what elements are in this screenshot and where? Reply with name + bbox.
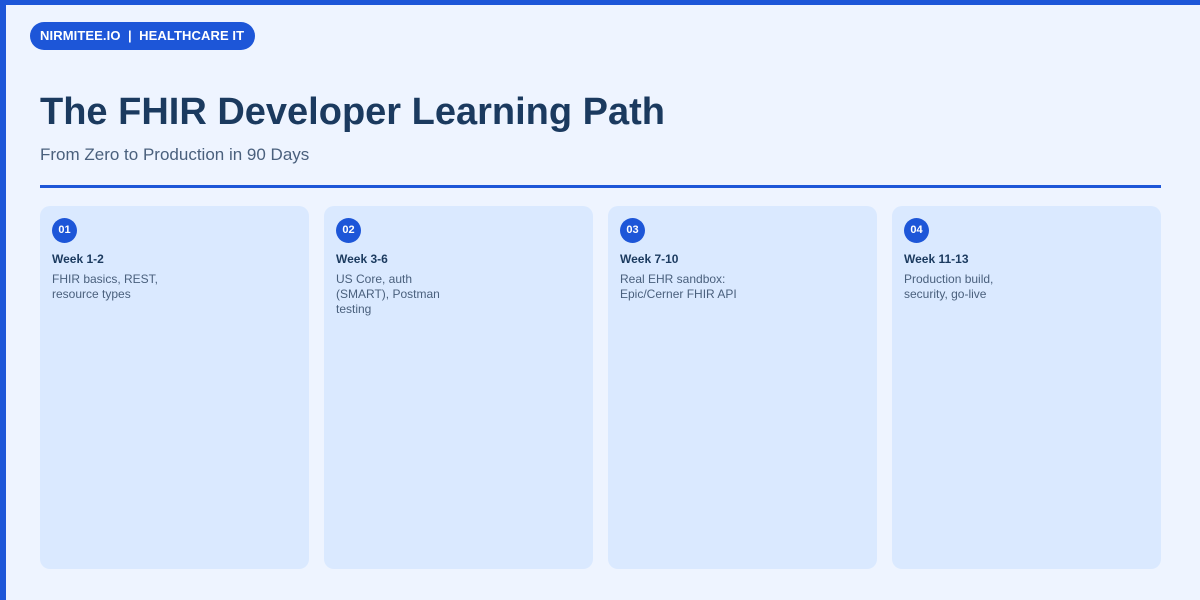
stage-description: US Core, auth (SMART), Postman testing xyxy=(336,272,440,316)
brand-badge: NIRMITEE.IO | HEALTHCARE IT xyxy=(30,22,256,50)
left-accent-bar xyxy=(0,0,6,600)
top-accent-bar xyxy=(0,0,1200,5)
stage-number-badge: 01 xyxy=(52,218,77,243)
stage-card-2: 02 Week 3-6 US Core, auth (SMART), Postm… xyxy=(324,206,593,569)
stage-description: FHIR basics, REST, resource types xyxy=(52,272,159,301)
stage-number-badge: 04 xyxy=(904,218,929,243)
stage-week-label: Week 1-2 xyxy=(52,252,104,266)
stage-card-3: 03 Week 7-10 Real EHR sandbox: Epic/Cern… xyxy=(608,206,877,569)
stage-card-1: 01 Week 1-2 FHIR basics, REST, resource … xyxy=(40,206,309,569)
stage-week-label: Week 11-13 xyxy=(904,252,969,266)
stage-card-4: 04 Week 11-13 Production build, security… xyxy=(892,206,1161,569)
stage-description: Production build, security, go-live xyxy=(904,272,994,301)
stage-number-badge: 02 xyxy=(336,218,361,243)
stage-week-label: Week 7-10 xyxy=(620,252,679,266)
stage-week-label: Week 3-6 xyxy=(336,252,388,266)
stage-number-badge: 03 xyxy=(620,218,645,243)
header-divider xyxy=(40,185,1161,188)
page-title: The FHIR Developer Learning Path xyxy=(40,91,665,133)
page-subtitle: From Zero to Production in 90 Days xyxy=(40,145,310,164)
stage-description: Real EHR sandbox: Epic/Cerner FHIR API xyxy=(620,272,737,301)
